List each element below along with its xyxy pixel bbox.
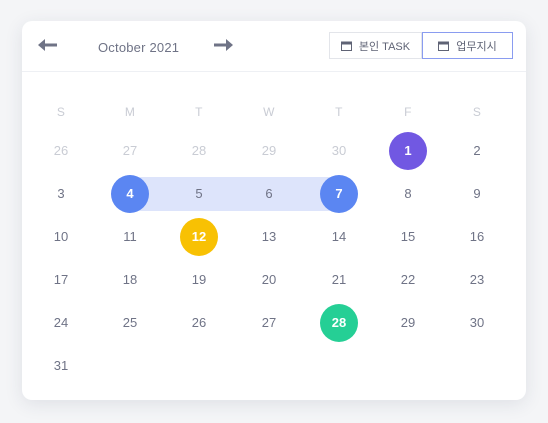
tab-work-order[interactable]: 업무지시 — [422, 32, 513, 59]
day-cell[interactable]: 8 — [389, 175, 427, 213]
day-cell[interactable]: 9 — [458, 175, 496, 213]
day-cell[interactable]: 28 — [180, 132, 218, 170]
weekday-label: W — [263, 105, 275, 119]
day-cell[interactable]: 25 — [111, 304, 149, 342]
day-cell[interactable]: 5 — [180, 175, 218, 213]
day-cell[interactable]: 10 — [42, 218, 80, 256]
next-month-arrow-icon[interactable] — [213, 38, 233, 52]
day-cell[interactable]: 26 — [42, 132, 80, 170]
calendar-icon — [438, 41, 450, 51]
day-cell[interactable]: 27 — [111, 132, 149, 170]
calendar-icon — [340, 41, 352, 51]
tab-my-task-label: 본인 TASK — [358, 40, 411, 53]
day-cell[interactable]: 3 — [42, 175, 80, 213]
day-cell[interactable]: 19 — [180, 261, 218, 299]
day-cell[interactable]: 14 — [320, 218, 358, 256]
highlighted-day-cell[interactable]: 4 — [111, 175, 149, 213]
day-cell[interactable]: 22 — [389, 261, 427, 299]
highlighted-day-cell[interactable]: 12 — [180, 218, 218, 256]
day-cell[interactable]: 13 — [250, 218, 288, 256]
day-cell[interactable]: 26 — [180, 304, 218, 342]
calendar-card: October 2021 본인 TASK 업무지시 SMTWTFS 26 27 28… — [22, 21, 526, 400]
highlighted-day-cell[interactable]: 1 — [389, 132, 427, 170]
selected-range-band — [130, 177, 339, 211]
calendar-header: October 2021 본인 TASK 업무지시 — [22, 21, 526, 72]
highlighted-day-cell[interactable]: 7 — [320, 175, 358, 213]
weekday-label: T — [195, 105, 203, 119]
day-cell[interactable]: 6 — [250, 175, 288, 213]
day-cell[interactable]: 23 — [458, 261, 496, 299]
day-cell[interactable]: 21 — [320, 261, 358, 299]
day-cell[interactable]: 24 — [42, 304, 80, 342]
day-cell[interactable]: 29 — [250, 132, 288, 170]
weekday-label: S — [472, 105, 482, 119]
weekday-label: S — [56, 105, 66, 119]
day-cell[interactable]: 20 — [250, 261, 288, 299]
month-label: October 2021 — [98, 40, 180, 55]
day-cell[interactable]: 18 — [111, 261, 149, 299]
highlighted-day-cell[interactable]: 28 — [320, 304, 358, 342]
day-cell[interactable]: 30 — [320, 132, 358, 170]
weekday-label: T — [335, 105, 343, 119]
day-cell[interactable]: 29 — [389, 304, 427, 342]
day-cell[interactable]: 15 — [389, 218, 427, 256]
day-cell[interactable]: 31 — [42, 347, 80, 385]
prev-month-arrow-icon[interactable] — [38, 38, 58, 52]
day-cell[interactable]: 17 — [42, 261, 80, 299]
tab-work-order-label: 업무지시 — [456, 40, 497, 53]
day-cell[interactable]: 30 — [458, 304, 496, 342]
tab-my-task[interactable]: 본인 TASK — [329, 32, 422, 59]
day-cell[interactable]: 2 — [458, 132, 496, 170]
weekday-label: M — [124, 105, 136, 119]
weekday-label: F — [404, 105, 412, 119]
day-cell[interactable]: 11 — [111, 218, 149, 256]
day-cell[interactable]: 16 — [458, 218, 496, 256]
day-cell[interactable]: 27 — [250, 304, 288, 342]
